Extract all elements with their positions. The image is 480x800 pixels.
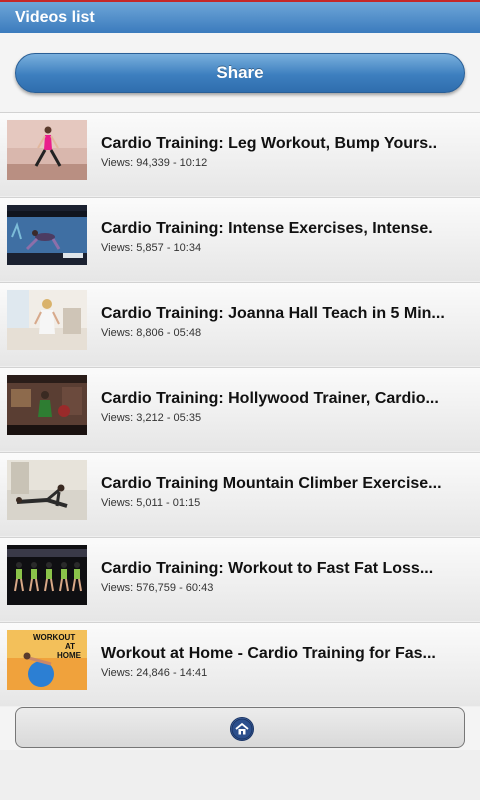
video-meta: Views: 5,857 - 10:34	[101, 242, 202, 254]
share-button[interactable]: Share	[15, 53, 465, 93]
video-title: Workout at Home - Cardio Training for Fa…	[101, 645, 436, 662]
video-list-item[interactable]: Cardio Training: Leg Workout, Bump Yours…	[0, 112, 480, 196]
home-button[interactable]	[15, 707, 465, 748]
video-meta: Views: 3,212 - 05:35	[101, 412, 202, 424]
home-icon	[230, 717, 254, 741]
video-thumbnail	[7, 120, 87, 180]
video-thumbnail	[7, 545, 87, 605]
video-thumbnail	[7, 375, 87, 435]
title-bar: Videos list	[0, 0, 480, 33]
video-list-item[interactable]: Cardio Training: Hollywood Trainer, Card…	[0, 367, 480, 451]
video-meta: Views: 576,759 - 60:43	[101, 582, 214, 594]
thumbnail-word-home: HOME	[57, 651, 82, 660]
video-thumbnail	[7, 205, 87, 265]
video-list-item[interactable]: Cardio Training Mountain Climber Exercis…	[0, 452, 480, 536]
video-meta: Views: 24,846 - 14:41	[101, 667, 208, 679]
video-list-item[interactable]: Cardio Training: Workout to Fast Fat Los…	[0, 537, 480, 621]
video-list-item[interactable]: Cardio Training: Joanna Hall Teach in 5 …	[0, 282, 480, 366]
video-meta: Views: 8,806 - 05:48	[101, 327, 202, 339]
thumbnail-word-at: AT	[65, 642, 75, 651]
video-meta: Views: 5,011 - 01:15	[101, 497, 201, 509]
page-title: Videos list	[15, 9, 95, 26]
video-list-item[interactable]: Cardio Training: Intense Exercises, Inte…	[0, 197, 480, 281]
video-list-item[interactable]: WORKOUT AT HOME Workout at Home - Cardio…	[0, 622, 480, 706]
video-thumbnail: WORKOUT AT HOME	[7, 630, 87, 690]
video-title: Cardio Training: Workout to Fast Fat Los…	[101, 560, 434, 577]
video-title: Cardio Training: Leg Workout, Bump Yours…	[101, 135, 438, 152]
video-title: Cardio Training: Hollywood Trainer, Card…	[101, 390, 439, 407]
bottom-toolbar	[0, 707, 480, 750]
video-title: Cardio Training: Intense Exercises, Inte…	[101, 220, 433, 237]
video-title: Cardio Training Mountain Climber Exercis…	[101, 475, 442, 492]
video-thumbnail	[7, 290, 87, 350]
video-title: Cardio Training: Joanna Hall Teach in 5 …	[101, 305, 445, 322]
thumbnail-word-workout: WORKOUT	[33, 633, 75, 642]
page-background	[0, 750, 480, 800]
video-list: Cardio Training: Leg Workout, Bump Yours…	[0, 112, 480, 707]
video-meta: Views: 94,339 - 10:12	[101, 157, 208, 169]
video-thumbnail	[7, 460, 87, 520]
share-area: Share	[0, 33, 480, 112]
